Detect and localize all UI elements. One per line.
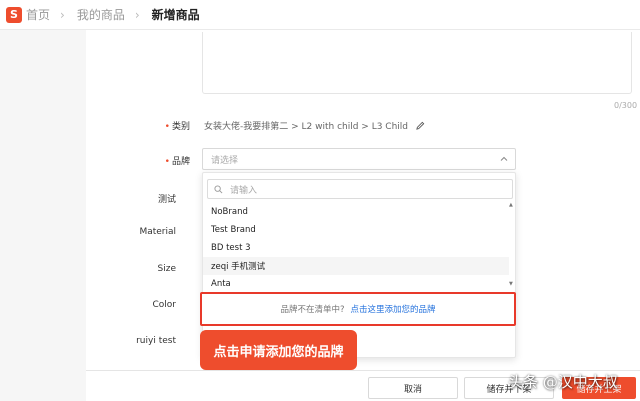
- scroll-down-arrow-icon[interactable]: ▼: [509, 282, 513, 287]
- attribute-label-color: Color: [152, 300, 177, 310]
- brand-option[interactable]: NoBrand: [203, 203, 509, 221]
- brand-option-list: NoBrand Test Brand BD test 3 zeqi 手机测试 A…: [203, 203, 509, 293]
- brand-not-in-list-text: 品牌不在清单中?: [280, 305, 345, 315]
- category-value: 女装大佬-我要排第二 > L2 with child > L3 Child: [204, 119, 425, 132]
- breadcrumb-separator-icon: ›: [60, 7, 65, 22]
- attribute-label-ruiyi-test: ruiyi test: [136, 336, 176, 346]
- brand-select-placeholder: 请选择: [211, 155, 239, 166]
- brand-select[interactable]: 请选择: [202, 148, 516, 170]
- dropdown-scrollbar[interactable]: ▲ ▼: [509, 203, 513, 287]
- attribute-label-material: Material: [139, 227, 176, 237]
- description-textarea[interactable]: [202, 32, 632, 94]
- brand-label: • 品牌: [164, 157, 190, 167]
- add-brand-link[interactable]: 点击这里添加您的品牌: [351, 303, 436, 315]
- brand-search-placeholder: 请输入: [230, 185, 258, 196]
- watermark-text: 头条 @汉中大叔: [508, 373, 618, 391]
- brand-option[interactable]: BD test 3: [203, 239, 509, 257]
- brand-search-input[interactable]: 请输入: [207, 179, 513, 199]
- chevron-up-icon: [500, 156, 508, 161]
- brand-option[interactable]: zeqi 手机测试: [203, 257, 509, 275]
- top-bar: S 首页 › 我的商品 › 新增商品: [0, 0, 640, 30]
- brand-option[interactable]: Test Brand: [203, 221, 509, 239]
- brand-option[interactable]: Anta: [203, 275, 509, 293]
- breadcrumb-home[interactable]: 首页: [26, 6, 50, 23]
- shopee-logo-icon[interactable]: S: [6, 6, 22, 23]
- attribute-label-size: Size: [157, 264, 176, 274]
- breadcrumb-separator-icon: ›: [134, 7, 140, 22]
- scroll-up-arrow-icon[interactable]: ▲: [509, 203, 513, 208]
- pencil-edit-icon[interactable]: [416, 121, 425, 130]
- search-icon: [214, 184, 223, 193]
- breadcrumb-my-products[interactable]: 我的商品: [77, 6, 125, 23]
- category-label: • 类别: [164, 122, 190, 132]
- cancel-button[interactable]: 取消: [368, 377, 458, 399]
- breadcrumb-current-page: 新增商品: [151, 8, 200, 22]
- product-form-card: 0/300 • 类别 女装大佬-我要排第二 > L2 with child > L…: [86, 30, 640, 370]
- annotation-callout: 点击申请添加您的品牌: [200, 330, 357, 370]
- category-path-text: 女装大佬-我要排第二 > L2 with child > L3 Child: [204, 122, 408, 132]
- add-brand-highlight-box: 品牌不在清单中? 点击这里添加您的品牌: [200, 292, 516, 326]
- attribute-label-test: 测试: [157, 195, 176, 205]
- description-char-counter: 0/300: [614, 101, 638, 110]
